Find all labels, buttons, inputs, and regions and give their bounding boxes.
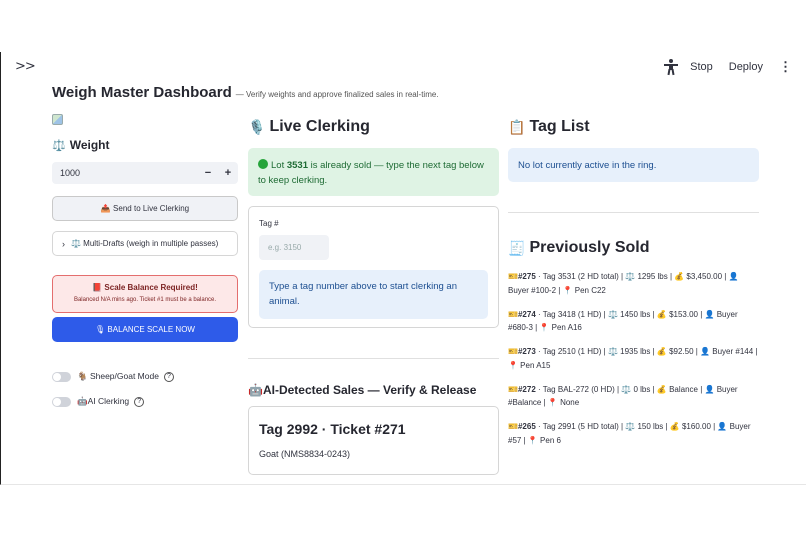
scale-icon: ⚖️ bbox=[52, 139, 66, 152]
divider bbox=[248, 358, 499, 359]
expand-sidebar-icon[interactable]: >> bbox=[15, 59, 36, 74]
tag-entry-form: Tag # e.g. 3150 Type a tag number above … bbox=[248, 206, 499, 328]
app-toolbar: Stop Deploy ⋮ bbox=[664, 59, 794, 76]
tag-list-info: No lot currently active in the ring. bbox=[508, 148, 759, 182]
ai-clerking-label: 🤖AI Clerking bbox=[77, 396, 130, 406]
page-header: Weigh Master Dashboard — Verify weights … bbox=[52, 84, 439, 101]
increment-button[interactable]: + bbox=[218, 167, 238, 179]
ai-sale-card[interactable]: Tag 2992 · Ticket #271 Goat (NMS8834-024… bbox=[248, 406, 499, 475]
status-prefix: Lot bbox=[271, 160, 287, 171]
running-man-icon bbox=[664, 59, 679, 76]
tag-input[interactable]: e.g. 3150 bbox=[259, 235, 329, 260]
sale-card-subtitle: Goat (NMS8834-0243) bbox=[259, 449, 351, 459]
live-clerking-title: Live Clerking bbox=[269, 118, 370, 135]
help-icon[interactable]: ? bbox=[163, 371, 174, 382]
tag-info-message: Type a tag number above to start clerkin… bbox=[259, 270, 488, 319]
weight-value[interactable]: 1000 bbox=[60, 168, 198, 178]
ai-clerking-toggle[interactable] bbox=[52, 396, 71, 407]
top-blank bbox=[0, 0, 806, 52]
weight-column: ⚖️ Weight 1000 − + 📤 Send to Live Clerki… bbox=[52, 138, 238, 407]
sheep-goat-toggle[interactable] bbox=[52, 371, 71, 382]
help-icon[interactable]: ? bbox=[134, 396, 145, 407]
ai-sales-heading: 🤖AI-Detected Sales — Verify & Release bbox=[248, 383, 477, 397]
divider bbox=[508, 212, 759, 213]
deploy-button[interactable]: Deploy bbox=[729, 61, 763, 73]
previously-sold-heading: 🧾 Previously Sold bbox=[508, 239, 759, 257]
page-title: Weigh Master Dashboard bbox=[52, 84, 232, 101]
weight-label: Weight bbox=[69, 138, 110, 152]
tag-label: Tag # bbox=[259, 219, 279, 228]
sold-item: 🎫#275 · Tag 3531 (2 HD total) | ⚖️ 1295 … bbox=[508, 272, 739, 295]
sale-card-title: Tag 2992 · Ticket #271 bbox=[259, 421, 406, 437]
sheep-goat-label: 🐐 Sheep/Goat Mode bbox=[77, 371, 159, 381]
weight-input[interactable]: 1000 − + bbox=[52, 162, 238, 184]
scale-balance-alert: 📕 Scale Balance Required! Balanced N/A m… bbox=[52, 275, 238, 313]
tag-list-heading: 📋 Tag List bbox=[508, 118, 759, 136]
stop-button[interactable]: Stop bbox=[690, 61, 713, 73]
chevron-right-icon: › bbox=[62, 238, 65, 249]
main-menu-icon[interactable]: ⋮ bbox=[779, 59, 792, 75]
multi-drafts-expander[interactable]: › ⚖️ Multi-Drafts (weigh in multiple pas… bbox=[52, 231, 238, 256]
weight-heading: ⚖️ Weight bbox=[52, 138, 238, 152]
send-to-live-clerking-button[interactable]: 📤 Send to Live Clerking bbox=[52, 196, 238, 221]
clipboard-icon: 📋 bbox=[508, 118, 526, 135]
previously-sold-title: Previously Sold bbox=[529, 239, 650, 256]
balance-scale-button[interactable]: 🎙 BALANCE SCALE NOW bbox=[52, 317, 238, 342]
broken-image-icon bbox=[52, 114, 63, 125]
alert-title: 📕 Scale Balance Required! bbox=[92, 283, 198, 292]
tag-list-column: 📋 Tag List No lot currently active in th… bbox=[508, 118, 759, 458]
sold-item: 🎫#272 · Tag BAL-272 (0 HD) | ⚖️ 0 lbs | … bbox=[508, 384, 738, 408]
sold-item: 🎫#273 · Tag 2510 (1 HD) | ⚖️ 1935 lbs | … bbox=[508, 347, 758, 370]
receipt-icon: 🧾 bbox=[508, 239, 526, 256]
green-circle-icon bbox=[258, 159, 268, 169]
ai-clerking-toggle-row: 🤖AI Clerking ? bbox=[52, 396, 238, 407]
alert-detail: Balanced N/A mins ago. Ticket #1 must be… bbox=[73, 297, 217, 303]
microphone-icon: 🎙️ bbox=[248, 118, 266, 135]
sold-item: 🎫#274 · Tag 3418 (1 HD) | ⚖️ 1450 lbs | … bbox=[508, 309, 738, 333]
lot-sold-message: Lot 3531 is already sold — type the next… bbox=[248, 148, 499, 196]
decrement-button[interactable]: − bbox=[198, 167, 218, 179]
tag-list-title: Tag List bbox=[529, 118, 590, 135]
sold-item: 🎫#265 · Tag 2991 (5 HD total) | ⚖️ 150 l… bbox=[508, 422, 751, 445]
page-subtitle: — Verify weights and approve finalized s… bbox=[235, 90, 439, 99]
multi-drafts-label: ⚖️ Multi-Drafts (weigh in multiple passe… bbox=[71, 239, 219, 248]
live-clerking-heading: 🎙️ Live Clerking bbox=[248, 118, 499, 136]
sheep-goat-toggle-row: 🐐 Sheep/Goat Mode ? bbox=[52, 371, 238, 382]
live-clerking-column: 🎙️ Live Clerking Lot 3531 is already sol… bbox=[248, 118, 499, 475]
status-lot-number: 3531 bbox=[286, 160, 308, 171]
sold-list: 🎫#275 · Tag 3531 (2 HD total) | ⚖️ 1295 … bbox=[508, 270, 759, 447]
